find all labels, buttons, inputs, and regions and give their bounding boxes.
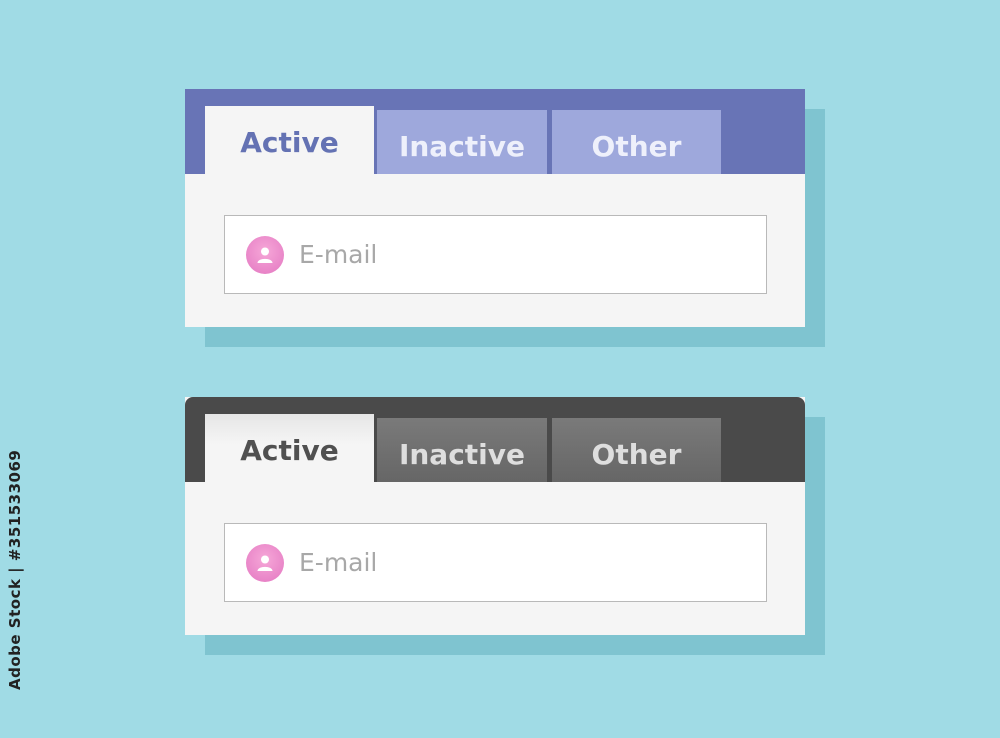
blue-tab-panel: Active Inactive Other E-mail [185, 89, 805, 327]
user-icon [246, 235, 284, 274]
dark-tab-panel: Active Inactive Other E-mail [185, 397, 805, 635]
watermark-id: Adobe Stock | #351533069 [6, 449, 24, 690]
email-placeholder: E-mail [299, 548, 378, 577]
email-field[interactable]: E-mail [224, 523, 767, 602]
tab-inactive[interactable]: Inactive [377, 110, 547, 174]
email-field[interactable]: E-mail [224, 215, 767, 294]
dark-tab-bar: Active Inactive Other [185, 397, 805, 482]
tab-other[interactable]: Other [552, 418, 721, 482]
tab-inactive[interactable]: Inactive [377, 418, 547, 482]
tab-other[interactable]: Other [552, 110, 721, 174]
email-placeholder: E-mail [299, 240, 378, 269]
tab-active[interactable]: Active [205, 414, 374, 482]
blue-tab-bar: Active Inactive Other [185, 89, 805, 174]
user-icon [246, 543, 284, 582]
tab-active[interactable]: Active [205, 106, 374, 174]
